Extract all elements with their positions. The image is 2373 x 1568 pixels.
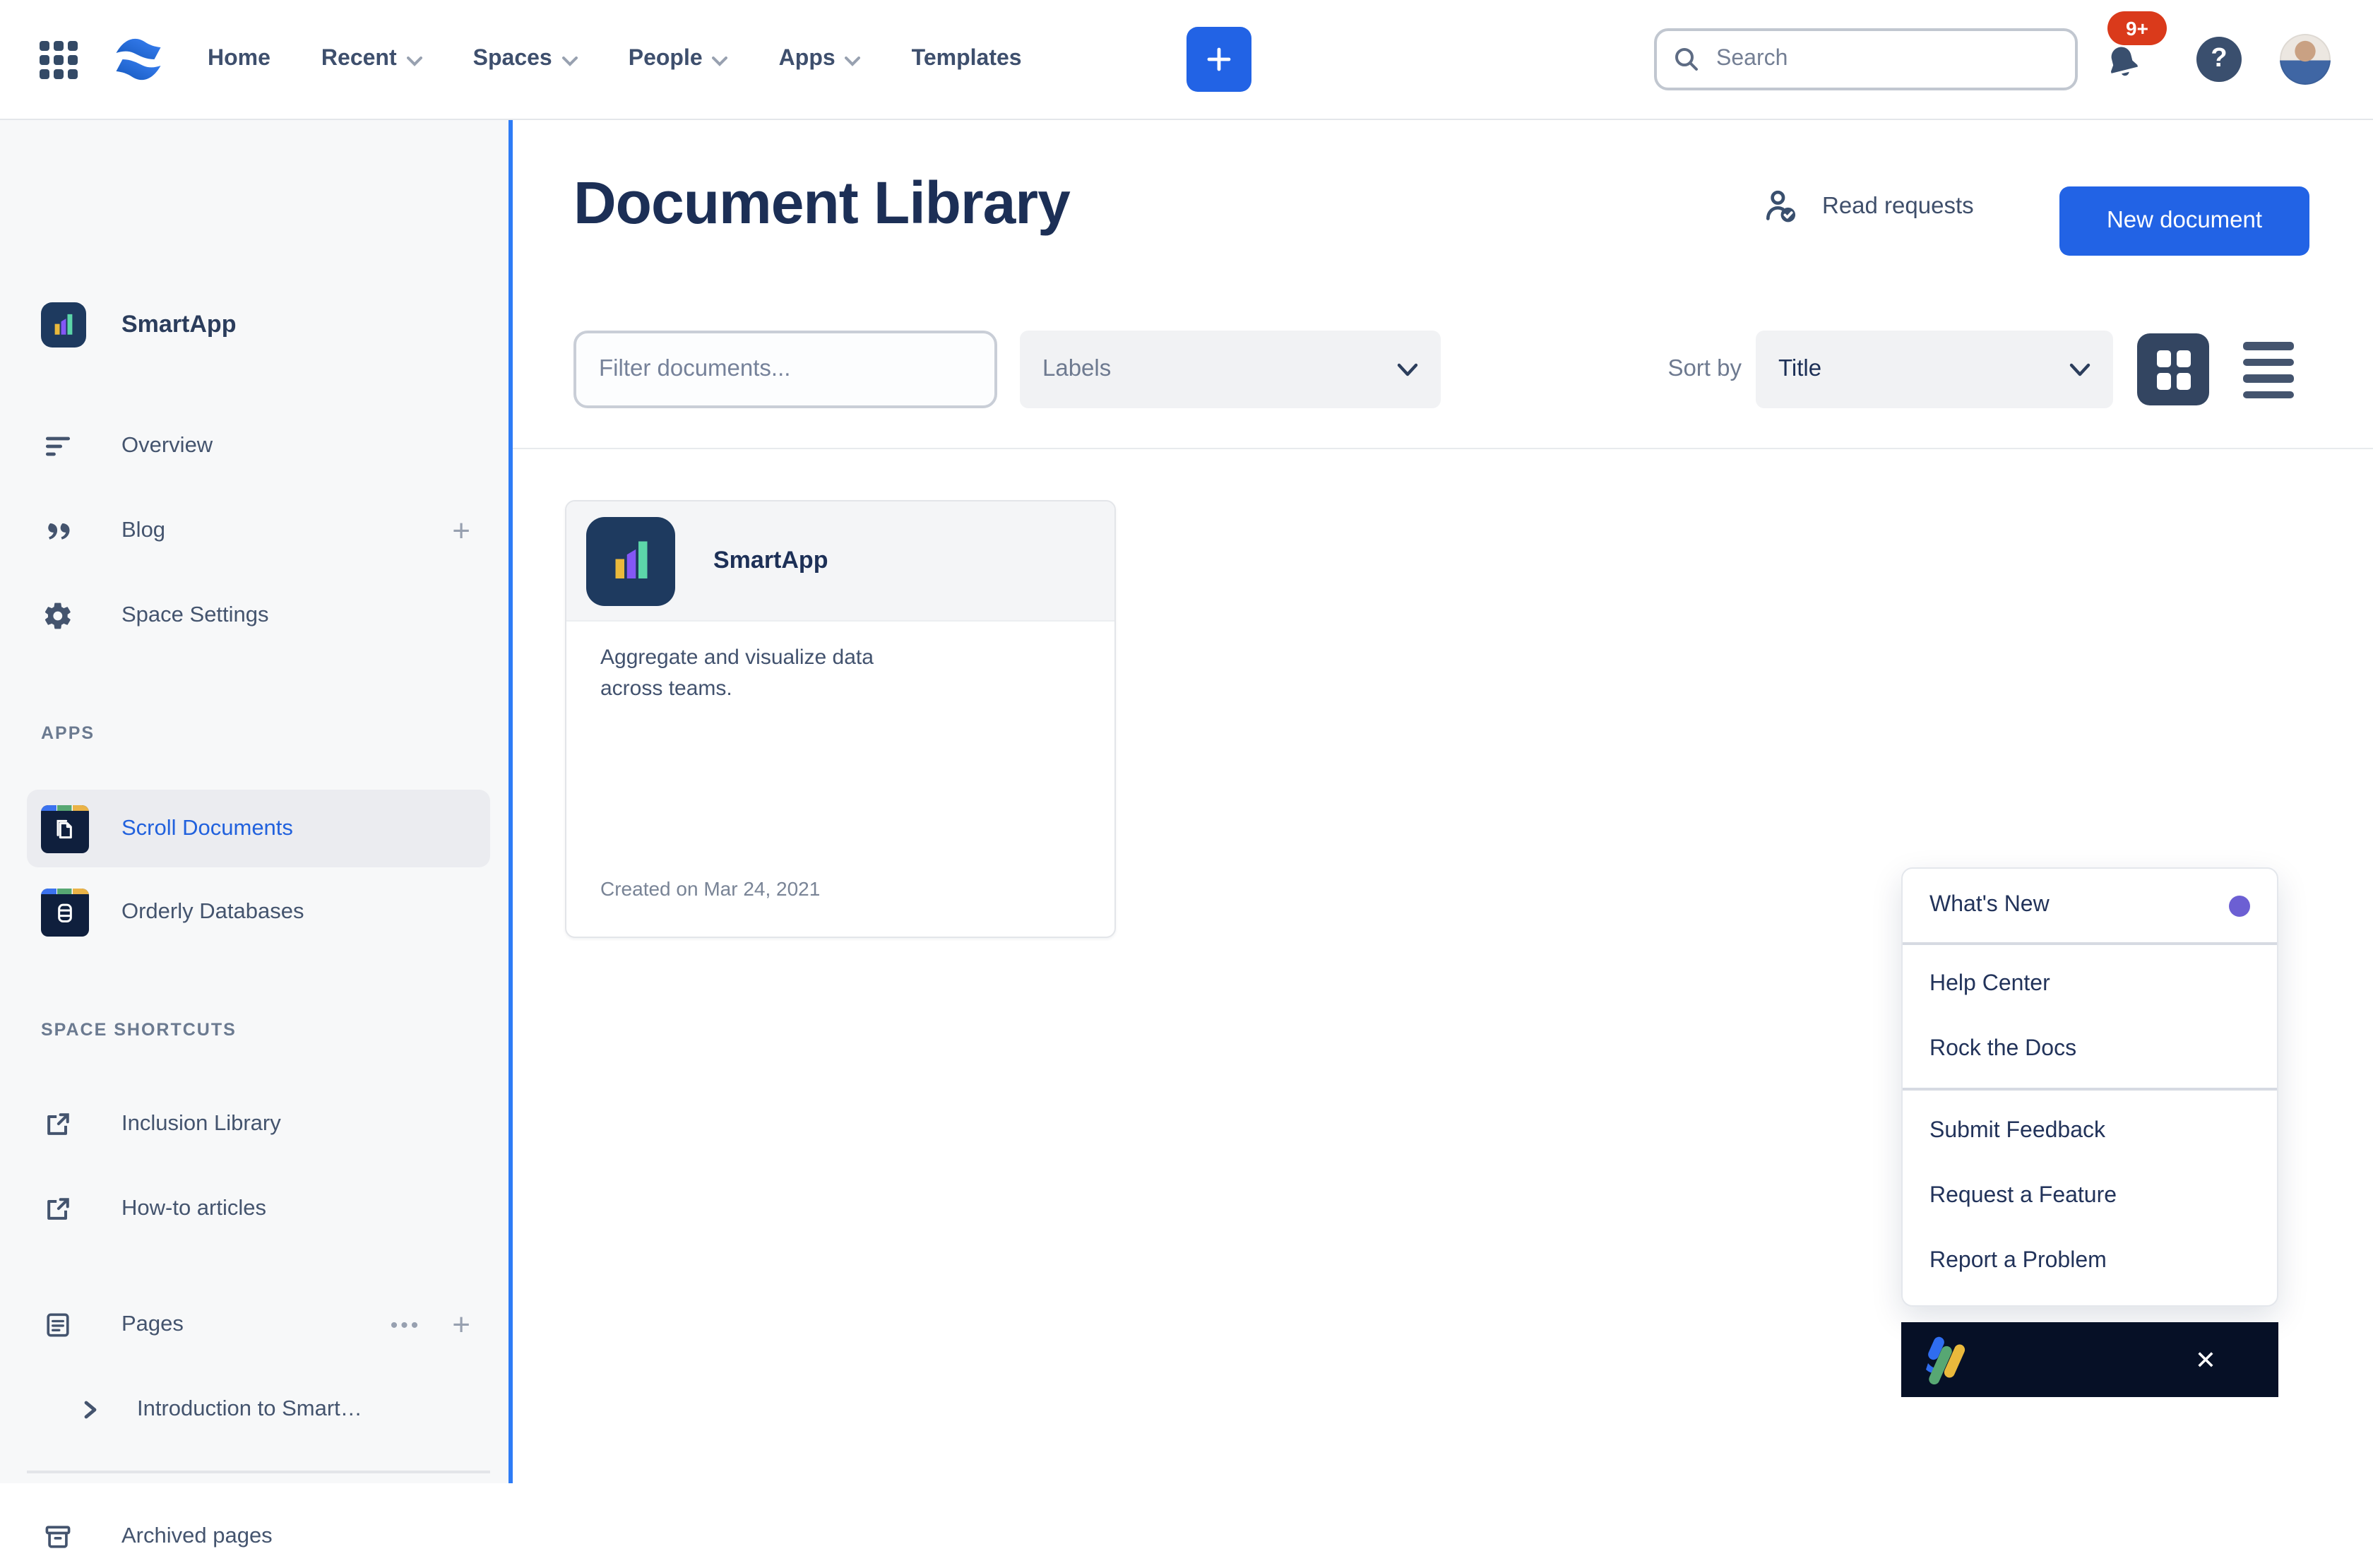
- sidebar-item-scroll-documents[interactable]: Scroll Documents: [27, 790, 490, 867]
- gear-icon: [41, 599, 75, 633]
- archive-icon: [41, 1520, 75, 1554]
- add-page-button[interactable]: +: [452, 1309, 470, 1341]
- space-name: SmartApp: [121, 311, 236, 339]
- document-card-icon: [586, 516, 675, 605]
- chevron-right-icon: [81, 1393, 100, 1427]
- chevron-down-icon: [407, 56, 422, 66]
- close-icon[interactable]: ✕: [2195, 1347, 2216, 1372]
- person-check-icon: [1761, 186, 1801, 226]
- add-blog-button[interactable]: +: [452, 516, 470, 547]
- notification-badge: 9+: [2107, 11, 2167, 45]
- help-button[interactable]: ?: [2196, 37, 2242, 82]
- menu-item-help-center[interactable]: Help Center: [1903, 952, 2277, 1017]
- sidebar-item-inclusion-library[interactable]: Inclusion Library: [27, 1093, 490, 1156]
- orderly-databases-icon: [41, 889, 89, 937]
- chevron-down-icon: [562, 56, 578, 66]
- chevron-down-icon: [713, 56, 728, 66]
- menu-group-help: Help Center Rock the Docs: [1903, 945, 2277, 1091]
- search-box: [1654, 28, 2078, 90]
- menu-item-submit-feedback[interactable]: Submit Feedback: [1903, 1099, 2277, 1164]
- pages-more-button[interactable]: •••: [391, 1313, 422, 1337]
- sidebar-item-blog[interactable]: Blog +: [27, 500, 490, 562]
- sidebar-item-overview[interactable]: Overview: [27, 415, 490, 477]
- vendor-banner: ✕: [1901, 1322, 2278, 1397]
- scroll-documents-icon: [41, 804, 89, 853]
- document-card-header: SmartApp: [566, 501, 1114, 622]
- page-title: Document Library: [573, 170, 1070, 237]
- chevron-down-icon: [1397, 362, 1418, 376]
- menu-group-feedback: Submit Feedback Request a Feature Report…: [1903, 1091, 2277, 1294]
- help-popup-menu: What's New Help Center Rock the Docs Sub…: [1901, 867, 2278, 1307]
- app-switcher-icon[interactable]: [40, 41, 78, 79]
- user-avatar[interactable]: [2280, 34, 2331, 85]
- new-document-button[interactable]: New document: [2059, 186, 2309, 256]
- space-sidebar: SmartApp Overview Blog + Space Settings: [0, 119, 509, 1483]
- menu-item-request-a-feature[interactable]: Request a Feature: [1903, 1164, 2277, 1229]
- quote-icon: [41, 514, 75, 548]
- nav-item-recent[interactable]: Recent: [321, 47, 422, 72]
- search-input[interactable]: [1713, 45, 2044, 73]
- sidebar-item-introduction-page[interactable]: Introduction to Smart…: [27, 1379, 490, 1441]
- top-nav: Home Recent Spaces People Apps Templates: [0, 0, 2373, 120]
- document-card[interactable]: SmartApp Aggregate and visualize data ac…: [565, 500, 1116, 938]
- sort-by-label: Sort by: [1600, 331, 1742, 408]
- section-header-space-shortcuts: SPACE SHORTCUTS: [41, 1020, 237, 1040]
- sort-select[interactable]: Title: [1756, 331, 2113, 408]
- nav-item-apps[interactable]: Apps: [779, 47, 861, 72]
- confluence-logo-icon[interactable]: [113, 34, 164, 85]
- sidebar-resize-handle[interactable]: [509, 119, 513, 1483]
- sidebar-item-pages[interactable]: Pages ••• +: [27, 1294, 490, 1356]
- sidebar-item-space-settings[interactable]: Space Settings: [27, 585, 490, 647]
- external-link-icon: [41, 1107, 75, 1141]
- menu-item-report-a-problem[interactable]: Report a Problem: [1903, 1229, 2277, 1294]
- notifications-button[interactable]: 9+: [2099, 11, 2167, 96]
- list-view-button[interactable]: [2243, 342, 2294, 398]
- document-card-created: Created on Mar 24, 2021: [600, 877, 820, 900]
- document-card-description: Aggregate and visualize data across team…: [600, 643, 911, 705]
- space-header[interactable]: SmartApp: [27, 291, 490, 359]
- k15t-logo-icon: [1920, 1331, 1970, 1388]
- plus-icon: [1205, 45, 1233, 73]
- nav-item-home[interactable]: Home: [208, 47, 270, 72]
- bell-icon: [2098, 38, 2149, 90]
- sidebar-divider: [27, 1471, 490, 1473]
- menu-item-rock-the-docs[interactable]: Rock the Docs: [1903, 1017, 2277, 1082]
- menu-item-whats-new[interactable]: What's New: [1903, 869, 2277, 945]
- page-icon: [41, 1308, 75, 1342]
- nav-menu: Home Recent Spaces People Apps Templates: [208, 0, 1022, 119]
- search-icon: [1674, 47, 1699, 72]
- sidebar-item-how-to-articles[interactable]: How-to articles: [27, 1178, 490, 1240]
- grid-view-button[interactable]: [2137, 333, 2209, 405]
- confluence-app: Home Recent Spaces People Apps Templates: [0, 0, 2373, 1483]
- section-header-apps: APPS: [41, 723, 95, 743]
- chevron-down-icon: [845, 56, 861, 66]
- nav-item-spaces[interactable]: Spaces: [473, 47, 578, 72]
- sidebar-item-archived-pages[interactable]: Archived pages: [27, 1506, 490, 1568]
- whats-new-dot: [2229, 895, 2250, 916]
- create-button[interactable]: [1186, 27, 1251, 92]
- align-left-icon: [41, 429, 75, 463]
- read-requests-button[interactable]: Read requests: [1761, 186, 1974, 226]
- filter-documents-input[interactable]: [573, 331, 997, 408]
- nav-item-templates[interactable]: Templates: [912, 47, 1022, 72]
- document-card-title: SmartApp: [713, 547, 828, 575]
- question-icon: ?: [2211, 44, 2227, 75]
- space-icon: [41, 302, 86, 348]
- chevron-down-icon: [2069, 362, 2090, 376]
- sidebar-item-orderly-databases[interactable]: Orderly Databases: [27, 881, 490, 944]
- toolbar-divider: [513, 448, 2373, 449]
- labels-filter-select[interactable]: Labels: [1020, 331, 1441, 408]
- external-link-icon: [41, 1192, 75, 1226]
- nav-item-people[interactable]: People: [629, 47, 728, 72]
